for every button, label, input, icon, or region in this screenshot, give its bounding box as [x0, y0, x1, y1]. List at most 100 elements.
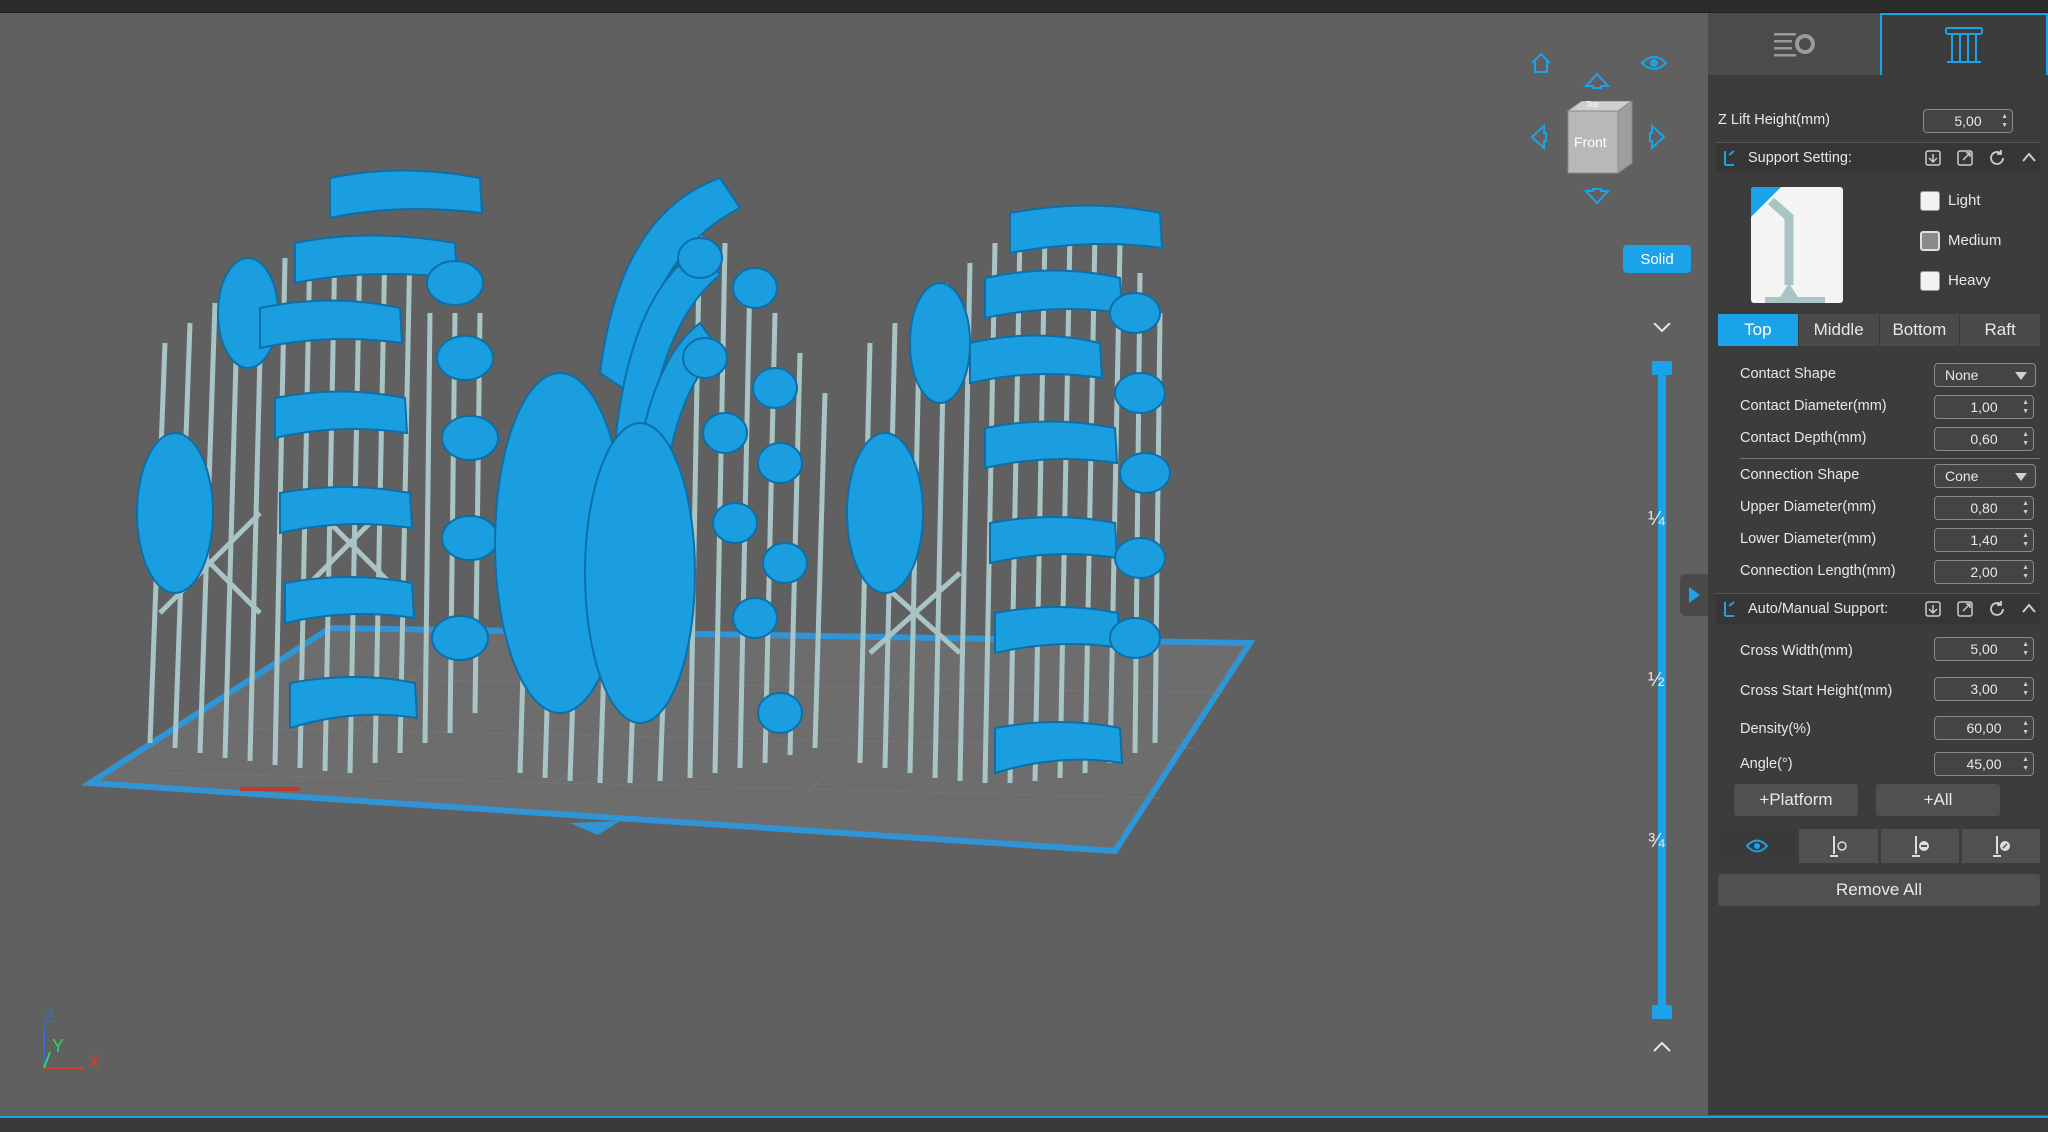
tab-print-settings[interactable] — [1708, 13, 1880, 75]
tab-top[interactable]: Top — [1718, 314, 1799, 346]
contact-shape-value: None — [1945, 367, 1979, 383]
lower-diameter-input[interactable]: 1,40 ▲ ▼ — [1934, 528, 2034, 552]
support-tool-row — [1718, 829, 2040, 863]
contact-shape-label: Contact Shape — [1740, 366, 1836, 382]
panel-toggle-arrow-icon[interactable] — [1680, 574, 1708, 616]
reset-icon[interactable] — [1986, 147, 2008, 169]
dropdown-caret-icon — [2015, 372, 2027, 380]
support-setting-title: Support Setting: — [1748, 150, 1852, 166]
preset-medium-label: Medium — [1948, 232, 2002, 249]
tab-bottom[interactable]: Bottom — [1879, 314, 1961, 346]
add-platform-support-button[interactable]: +Platform — [1734, 784, 1858, 816]
spinner-arrows-icon[interactable]: ▲ ▼ — [2022, 531, 2029, 549]
spinner-arrows-icon[interactable]: ▲ ▼ — [2022, 640, 2029, 658]
spinner-arrows-icon[interactable]: ▲ ▼ — [2022, 680, 2029, 698]
import-icon[interactable] — [1922, 147, 1944, 169]
add-all-support-button[interactable]: +All — [1876, 784, 2000, 816]
render-mode-solid-button[interactable]: Solid — [1623, 245, 1691, 273]
spinner-arrows-icon[interactable]: ▲ ▼ — [2001, 112, 2008, 130]
tab-raft[interactable]: Raft — [1960, 314, 2040, 346]
slider-tick-half: ½ — [1648, 669, 1665, 691]
z-lift-input[interactable]: 5,00 ▲ ▼ — [1923, 109, 2013, 133]
z-lift-value: 5,00 — [1954, 113, 1982, 129]
remove-support-tool-button[interactable] — [1880, 829, 1959, 863]
import-icon[interactable] — [1922, 598, 1944, 620]
add-support-icon — [1830, 836, 1848, 857]
cross-width-input[interactable]: 5,00 ▲ ▼ — [1934, 637, 2034, 661]
rotate-down-arrow-icon[interactable] — [1580, 180, 1614, 214]
support-pillars-icon — [1945, 27, 1983, 63]
edit-support-tool-button[interactable] — [1961, 829, 2040, 863]
connection-shape-value: Cone — [1945, 468, 1979, 484]
rotate-left-arrow-icon[interactable] — [1521, 120, 1555, 154]
export-icon[interactable] — [1954, 598, 1976, 620]
rotate-up-arrow-icon[interactable] — [1580, 63, 1614, 97]
auto-support-icon — [1722, 600, 1738, 623]
angle-input[interactable]: 45,00 ▲ ▼ — [1934, 752, 2034, 776]
collapse-chevron-up-icon[interactable] — [2018, 598, 2040, 620]
cross-start-height-value: 3,00 — [1970, 681, 1998, 697]
visibility-eye-icon[interactable] — [1637, 46, 1671, 80]
home-view-icon[interactable] — [1524, 46, 1558, 80]
plate-origin-marker — [240, 787, 300, 791]
connection-shape-select[interactable]: Cone — [1934, 464, 2036, 488]
remove-support-icon — [1911, 836, 1929, 857]
status-bar — [0, 1116, 2048, 1132]
angle-value: 45,00 — [1966, 756, 2002, 772]
lower-diameter-value: 1,40 — [1970, 532, 1998, 548]
rotate-right-arrow-icon[interactable] — [1641, 120, 1675, 154]
contact-depth-input[interactable]: 0,60 ▲ ▼ — [1934, 427, 2034, 451]
connection-length-input[interactable]: 2,00 ▲ ▼ — [1934, 560, 2034, 584]
spinner-arrows-icon[interactable]: ▲ ▼ — [2022, 719, 2029, 737]
contact-depth-label: Contact Depth(mm) — [1740, 430, 1867, 446]
connection-length-label: Connection Length(mm) — [1740, 563, 1896, 579]
3d-viewport[interactable]: Top Front Solid ¼ ½ ¾ Z Y X — [0, 13, 1708, 1115]
spinner-arrows-icon[interactable]: ▲ ▼ — [2022, 563, 2029, 581]
export-icon[interactable] — [1954, 147, 1976, 169]
view-cube-top-label: Top — [1586, 100, 1599, 109]
contact-diameter-input[interactable]: 1,00 ▲ ▼ — [1934, 395, 2034, 419]
density-input[interactable]: 60,00 ▲ ▼ — [1934, 716, 2034, 740]
slider-collapse-down-icon[interactable] — [1653, 322, 1671, 333]
spinner-arrows-icon[interactable]: ▲ ▼ — [2022, 499, 2029, 517]
slider-top-handle[interactable] — [1652, 361, 1672, 375]
connection-shape-label: Connection Shape — [1740, 467, 1860, 483]
axis-z-label: Z — [44, 1006, 55, 1026]
collapse-chevron-up-icon[interactable] — [2018, 147, 2040, 169]
axis-y-label: Y — [52, 1036, 65, 1056]
spinner-arrows-icon[interactable]: ▲ ▼ — [2022, 398, 2029, 416]
slider-tick-quarter: ¼ — [1648, 508, 1665, 530]
plate-front-marker — [570, 821, 620, 835]
upper-diameter-label: Upper Diameter(mm) — [1740, 499, 1877, 515]
title-strip — [0, 0, 2048, 13]
preset-light-checkbox[interactable] — [1920, 191, 1940, 211]
contact-shape-select[interactable]: None — [1934, 363, 2036, 387]
view-supports-button[interactable] — [1718, 829, 1797, 863]
spinner-arrows-icon[interactable]: ▲ ▼ — [2022, 430, 2029, 448]
upper-diameter-input[interactable]: 0,80 ▲ ▼ — [1934, 496, 2034, 520]
z-lift-label: Z Lift Height(mm) — [1718, 112, 1830, 128]
auto-manual-support-title: Auto/Manual Support: — [1748, 601, 1889, 617]
tab-middle[interactable]: Middle — [1798, 314, 1880, 346]
density-label: Density(%) — [1740, 721, 1811, 737]
slider-collapse-up-icon[interactable] — [1653, 1041, 1671, 1052]
edit-support-icon — [1992, 836, 2010, 857]
slider-bottom-handle[interactable] — [1652, 1005, 1672, 1019]
preset-heavy-checkbox[interactable] — [1920, 271, 1940, 291]
spinner-arrows-icon[interactable]: ▲ ▼ — [2022, 755, 2029, 773]
preset-medium-checkbox[interactable] — [1920, 231, 1940, 251]
remove-all-button[interactable]: Remove All — [1718, 874, 2040, 906]
contact-diameter-label: Contact Diameter(mm) — [1740, 398, 1887, 414]
axis-indicator: Z Y X — [36, 1006, 116, 1078]
view-cube[interactable]: Top Front — [1560, 100, 1634, 181]
tab-support[interactable] — [1880, 13, 2048, 75]
settings-list-gear-icon — [1774, 33, 1815, 57]
model-scene[interactable] — [0, 13, 1708, 1115]
cross-start-height-label: Cross Start Height(mm) — [1740, 683, 1893, 699]
reset-icon[interactable] — [1986, 598, 2008, 620]
density-value: 60,00 — [1966, 720, 2002, 736]
add-support-tool-button[interactable] — [1799, 829, 1878, 863]
axis-x-label: X — [88, 1052, 101, 1072]
preset-light-label: Light — [1948, 192, 1981, 209]
cross-start-height-input[interactable]: 3,00 ▲ ▼ — [1934, 677, 2034, 701]
